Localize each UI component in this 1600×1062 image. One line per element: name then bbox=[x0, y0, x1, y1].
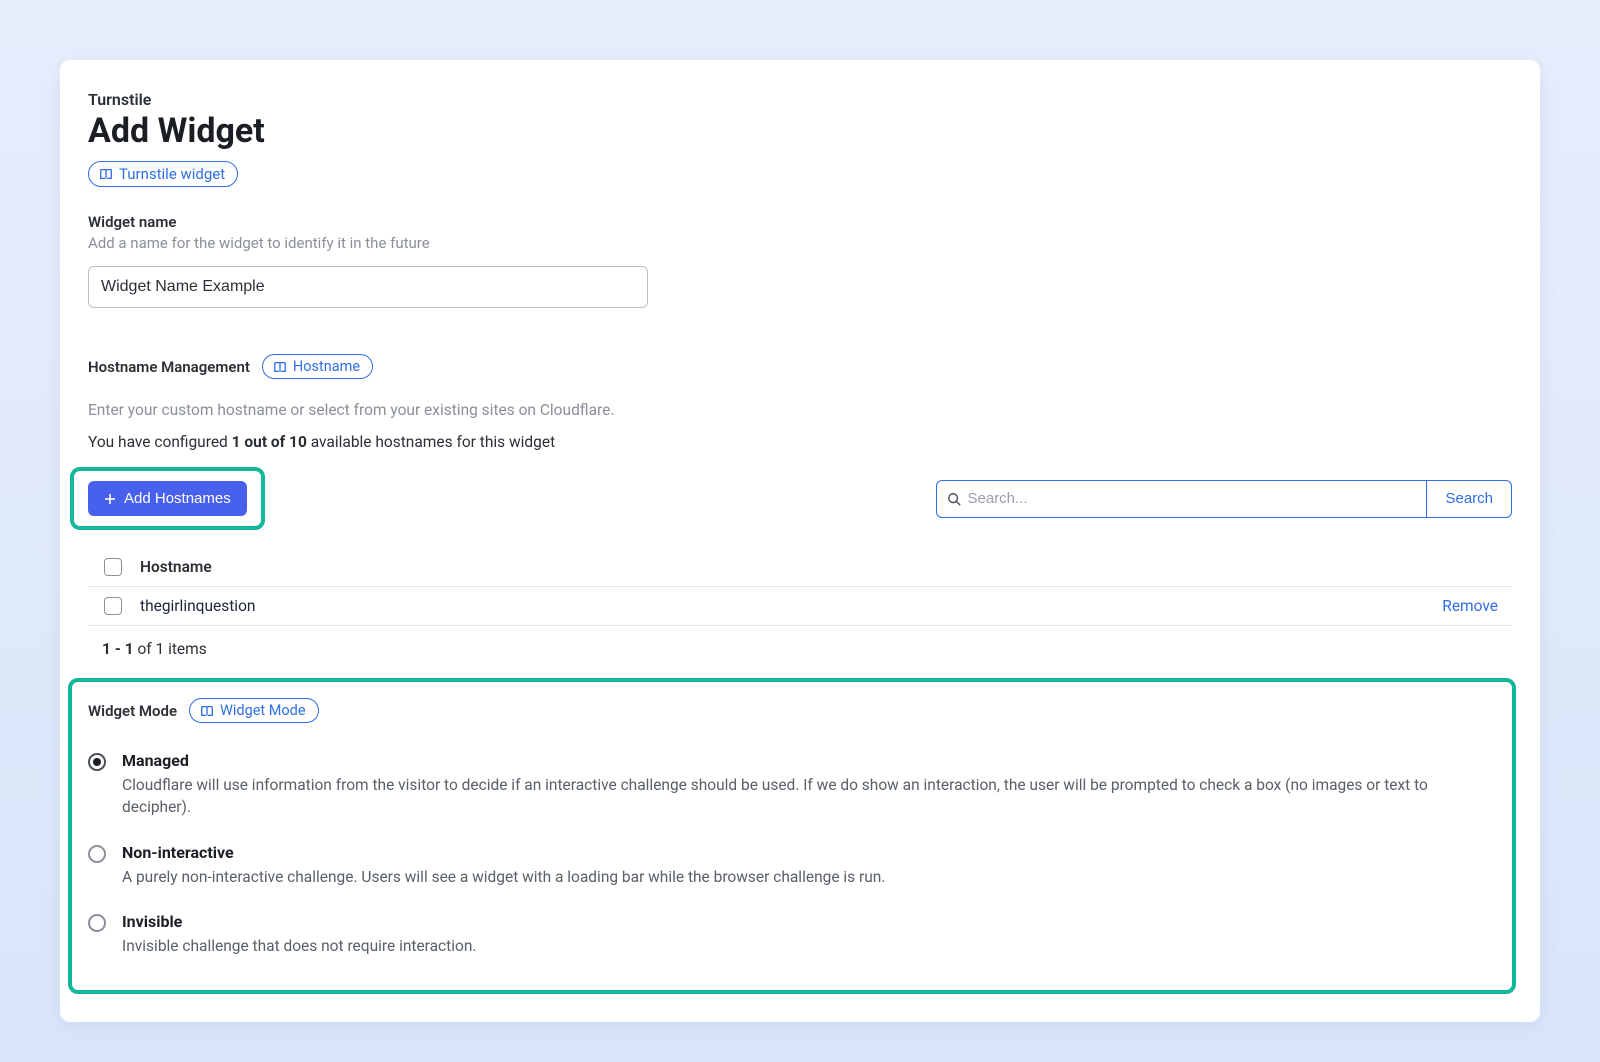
pill-label: Widget Mode bbox=[220, 702, 306, 719]
widget-name-help: Add a name for the widget to identify it… bbox=[88, 234, 1512, 252]
plus-icon bbox=[104, 493, 116, 505]
radio-button[interactable] bbox=[88, 845, 106, 863]
add-hostnames-highlight: Add Hostnames bbox=[70, 467, 265, 530]
hostname-cell: thegirlinquestion bbox=[140, 597, 1424, 615]
radio-button[interactable] bbox=[88, 753, 106, 771]
radio-option-invisible[interactable]: Invisible Invisible challenge that does … bbox=[88, 902, 1496, 971]
widget-mode-radio-group: Managed Cloudflare will use information … bbox=[88, 741, 1496, 972]
turnstile-widget-help-pill[interactable]: Turnstile widget bbox=[88, 161, 238, 187]
select-all-checkbox[interactable] bbox=[104, 558, 122, 576]
page-title: Add Widget bbox=[88, 111, 1512, 151]
radio-option-non-interactive[interactable]: Non-interactive A purely non-interactive… bbox=[88, 833, 1496, 902]
hostname-search-group: Search bbox=[936, 480, 1512, 518]
widget-name-label: Widget name bbox=[88, 213, 1512, 231]
widget-mode-help-pill[interactable]: Widget Mode bbox=[189, 698, 319, 723]
hostname-search-box[interactable] bbox=[936, 480, 1426, 518]
table-row: thegirlinquestion Remove bbox=[88, 587, 1512, 626]
pill-label: Hostname bbox=[293, 358, 360, 375]
radio-description: A purely non-interactive challenge. User… bbox=[122, 866, 885, 888]
pager-rest: of 1 items bbox=[134, 640, 207, 658]
add-hostnames-button[interactable]: Add Hostnames bbox=[88, 481, 247, 516]
row-checkbox[interactable] bbox=[104, 597, 122, 615]
radio-button[interactable] bbox=[88, 914, 106, 932]
hostname-count-prefix: You have configured bbox=[88, 433, 232, 451]
hostname-search-input[interactable] bbox=[967, 490, 1416, 507]
book-icon bbox=[273, 360, 287, 374]
hostname-section: Hostname Management Hostname Enter your … bbox=[88, 354, 1512, 658]
breadcrumb: Turnstile bbox=[88, 90, 1512, 109]
hostname-count-suffix: available hostnames for this widget bbox=[307, 433, 555, 451]
pill-label: Turnstile widget bbox=[119, 165, 225, 183]
hostname-description: Enter your custom hostname or select fro… bbox=[88, 401, 1512, 419]
radio-description: Invisible challenge that does not requir… bbox=[122, 935, 477, 957]
hostname-search-button[interactable]: Search bbox=[1426, 480, 1512, 518]
hostname-toolbar: Add Hostnames Search bbox=[88, 467, 1512, 530]
widget-mode-highlight: Widget Mode Widget Mode Managed Cloudfla… bbox=[68, 678, 1516, 994]
hostname-column-header: Hostname bbox=[140, 558, 1508, 576]
widget-name-input[interactable] bbox=[88, 266, 648, 308]
radio-label: Non-interactive bbox=[122, 843, 885, 862]
radio-label: Managed bbox=[122, 751, 1496, 770]
radio-label: Invisible bbox=[122, 912, 477, 931]
widget-mode-label: Widget Mode bbox=[88, 702, 177, 720]
search-icon bbox=[947, 492, 961, 506]
radio-description: Cloudflare will use information from the… bbox=[122, 774, 1496, 819]
table-pager: 1 - 1 of 1 items bbox=[88, 626, 1512, 658]
book-icon bbox=[99, 167, 113, 181]
hostname-table-header: Hostname bbox=[88, 548, 1512, 587]
hostname-help-pill[interactable]: Hostname bbox=[262, 354, 373, 379]
pager-range: 1 - 1 bbox=[102, 640, 134, 658]
add-hostnames-label: Add Hostnames bbox=[124, 490, 231, 507]
hostname-section-label: Hostname Management bbox=[88, 358, 250, 376]
radio-option-managed[interactable]: Managed Cloudflare will use information … bbox=[88, 741, 1496, 833]
book-icon bbox=[200, 704, 214, 718]
add-widget-card: Turnstile Add Widget Turnstile widget Wi… bbox=[60, 60, 1540, 1022]
hostname-count-bold: 1 out of 10 bbox=[232, 433, 307, 451]
hostname-table: Hostname thegirlinquestion Remove bbox=[88, 548, 1512, 626]
hostname-count: You have configured 1 out of 10 availabl… bbox=[88, 433, 1512, 451]
remove-hostname-link[interactable]: Remove bbox=[1442, 597, 1508, 615]
widget-name-group: Widget name Add a name for the widget to… bbox=[88, 213, 1512, 308]
